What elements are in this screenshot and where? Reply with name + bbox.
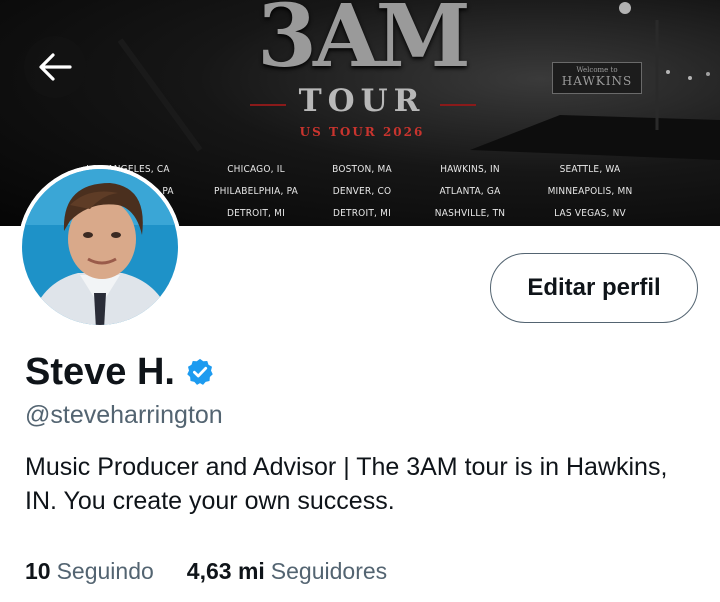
hawkins-road-sign: Welcome to HAWKINS: [552, 62, 642, 94]
city-name: DENVER, CO: [332, 186, 392, 197]
city-column: HAWKINS, IN ATLANTA, GA NASHVILLE, TN: [414, 159, 526, 225]
city-name: HAWKINS, IN: [440, 164, 500, 175]
following-link[interactable]: 10 Seguindo: [25, 556, 154, 586]
following-count: 10: [25, 558, 51, 584]
city-name: MINNEAPOLIS, MN: [547, 186, 633, 197]
profile-handle: @steveharrington: [25, 401, 223, 429]
city-name: CHICAGO, IL: [227, 164, 285, 175]
city-name: BOSTON, MA: [332, 164, 392, 175]
followers-count: 4,63 mi: [186, 558, 265, 584]
profile-name: Steve H.: [25, 351, 175, 393]
arrow-left-icon: [39, 53, 72, 81]
city-name: NASHVILLE, TN: [434, 208, 506, 219]
avatar[interactable]: [18, 165, 182, 329]
city-name: LAS VEGAS, NV: [554, 208, 626, 219]
city-column: BOSTON, MA DENVER, CO DETROIT, MI: [306, 159, 418, 225]
followers-link[interactable]: 4,63 mi Seguidores: [187, 556, 387, 586]
avatar-photo: [18, 165, 182, 329]
city-column: SEATTLE, WA MINNEAPOLIS, MN LAS VEGAS, N…: [534, 159, 646, 225]
city-name: DETROIT, MI: [227, 208, 285, 219]
city-name: ATLANTA, GA: [439, 186, 501, 197]
tour-logo-tagline: US TOUR 2026: [299, 125, 425, 139]
city-column: CHICAGO, IL PHILABELPHIA, PA DETROIT, MI: [200, 159, 312, 225]
city-name: PHILABELPHIA, PA: [214, 186, 298, 197]
sign-big-text: HAWKINS: [561, 74, 633, 88]
city-name: SEATTLE, WA: [559, 164, 621, 175]
followers-label: Seguidores: [270, 558, 388, 584]
following-label: Seguindo: [56, 558, 154, 584]
back-button[interactable]: [24, 36, 86, 98]
tour-logo-subtitle: TOUR: [298, 83, 426, 119]
profile-name-row: Steve H.: [25, 350, 215, 394]
profile-stats: 10 Seguindo 4,63 mi Seguidores: [25, 556, 420, 586]
edit-profile-button[interactable]: Editar perfil: [490, 253, 698, 323]
city-name: DETROIT, MI: [333, 208, 391, 219]
profile-bio: Music Producer and Advisor | The 3AM tou…: [25, 453, 668, 515]
verified-badge-icon[interactable]: [185, 357, 215, 387]
tour-logo-title: 3AM: [257, 0, 471, 87]
